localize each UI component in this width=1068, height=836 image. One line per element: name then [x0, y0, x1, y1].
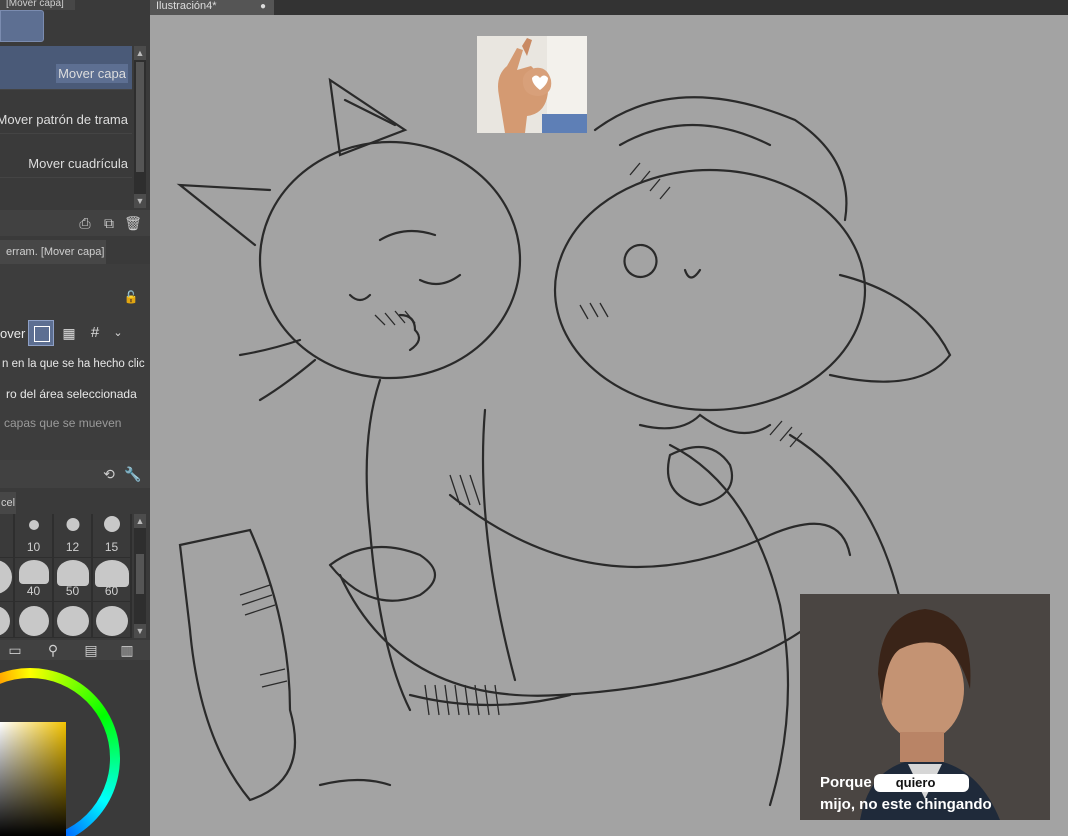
- brush-size-grid: 10 12 15 40 50 60: [0, 514, 132, 638]
- mode-pattern-button[interactable]: ▦: [58, 322, 80, 344]
- selected-area-option[interactable]: ro del área seleccionada: [6, 387, 137, 401]
- mode-dropdown-icon[interactable]: ⌄: [110, 322, 126, 344]
- tool-property-footer: ⟲ 🔧: [0, 460, 150, 488]
- moving-layers-option[interactable]: capas que se mueven: [4, 416, 121, 430]
- meme-caption-prefix: Porque: [820, 774, 872, 791]
- tool-item-label: Mover capa: [56, 64, 128, 83]
- wrench-icon[interactable]: 🔧: [124, 465, 142, 483]
- click-position-option[interactable]: n en la que se ha hecho clic: [2, 358, 145, 370]
- tool-property-tab[interactable]: erram. [Mover capa]: [0, 240, 106, 264]
- rect-select-icon: [34, 326, 50, 342]
- document-tab-title: Ilustración4*: [156, 0, 217, 12]
- brush-size-cell[interactable]: [15, 602, 53, 638]
- brush-grid-scrollbar[interactable]: ▲ ▼: [134, 514, 146, 638]
- brush-size-12[interactable]: 12: [54, 514, 92, 558]
- brush-size-cell[interactable]: [0, 514, 14, 558]
- tool-item-mover-patron-de-trama[interactable]: Mover patrón de trama: [0, 90, 132, 134]
- brush-settings-icon[interactable]: ▥: [118, 641, 136, 659]
- mode-rect-button[interactable]: [28, 320, 54, 346]
- export-icon[interactable]: ⎙: [76, 214, 94, 232]
- brush-size-cell[interactable]: [0, 558, 14, 602]
- brush-size-cell[interactable]: [93, 602, 131, 638]
- brush-size-10[interactable]: 10: [15, 514, 53, 558]
- tool-property-body: 🔓 over ▦ # ⌄ n en la que se ha hecho cli…: [0, 264, 150, 460]
- brush-panel-footer: ▭ ⚲ ▤ ▥: [0, 640, 150, 660]
- meme-caption-line2: mijo, no este chingando: [820, 796, 992, 813]
- tool-item-label: Mover patrón de trama: [0, 112, 128, 127]
- color-saturation-square[interactable]: [0, 722, 66, 836]
- tool-item-label: Mover cuadrícula: [28, 156, 128, 171]
- move-mode-label: over: [0, 326, 26, 341]
- meme-caption-line1: Porque quiero: [820, 774, 970, 792]
- scroll-down-icon[interactable]: ▼: [134, 194, 146, 208]
- brush-option-icon[interactable]: ▭: [6, 641, 24, 659]
- meme-caption-redacted: quiero: [873, 774, 970, 792]
- trash-icon[interactable]: 🗑: [124, 214, 142, 232]
- mode-grid-button[interactable]: #: [84, 322, 106, 344]
- meme-image: Porque quiero mijo, no este chingando: [800, 594, 1050, 820]
- scroll-thumb[interactable]: [136, 62, 144, 172]
- tool-item-mover-cuadricula[interactable]: Mover cuadrícula: [0, 134, 132, 178]
- tool-panel-footer: ⎙ ⧉ 🗑: [0, 210, 150, 236]
- brush-size-40[interactable]: 40: [15, 558, 53, 602]
- scroll-up-icon[interactable]: ▲: [134, 514, 146, 528]
- brush-preset-icon[interactable]: ⚲: [44, 641, 62, 659]
- close-icon[interactable]: ●: [260, 0, 266, 13]
- document-tab-bar: Ilustración4* ●: [150, 0, 1068, 15]
- left-panel: [Mover capa] Mover capa Mover patrón de …: [0, 0, 150, 836]
- scroll-thumb[interactable]: [136, 554, 144, 594]
- tool-group-header[interactable]: [0, 10, 44, 42]
- scroll-down-icon[interactable]: ▼: [134, 624, 146, 638]
- scroll-up-icon[interactable]: ▲: [134, 46, 146, 60]
- brush-size-50[interactable]: 50: [54, 558, 92, 602]
- ok-hand-sticker: [477, 36, 587, 133]
- brush-size-cell[interactable]: [54, 602, 92, 638]
- brush-list-icon[interactable]: ▤: [82, 641, 100, 659]
- brush-size-60[interactable]: 60: [93, 558, 131, 602]
- tool-list-scrollbar[interactable]: ▲ ▼: [134, 46, 146, 208]
- reset-icon[interactable]: ⟲: [100, 465, 118, 483]
- brush-size-15[interactable]: 15: [93, 514, 131, 558]
- lock-icon[interactable]: 🔓: [122, 288, 140, 306]
- document-tab[interactable]: Ilustración4* ●: [150, 0, 274, 15]
- tool-item-mover-capa[interactable]: Mover capa: [0, 46, 132, 90]
- brush-size-cell[interactable]: [0, 602, 14, 638]
- brush-size-tab[interactable]: cel: [0, 492, 16, 514]
- duplicate-icon[interactable]: ⧉: [100, 214, 118, 232]
- tool-panel-tab[interactable]: [Mover capa]: [0, 0, 75, 10]
